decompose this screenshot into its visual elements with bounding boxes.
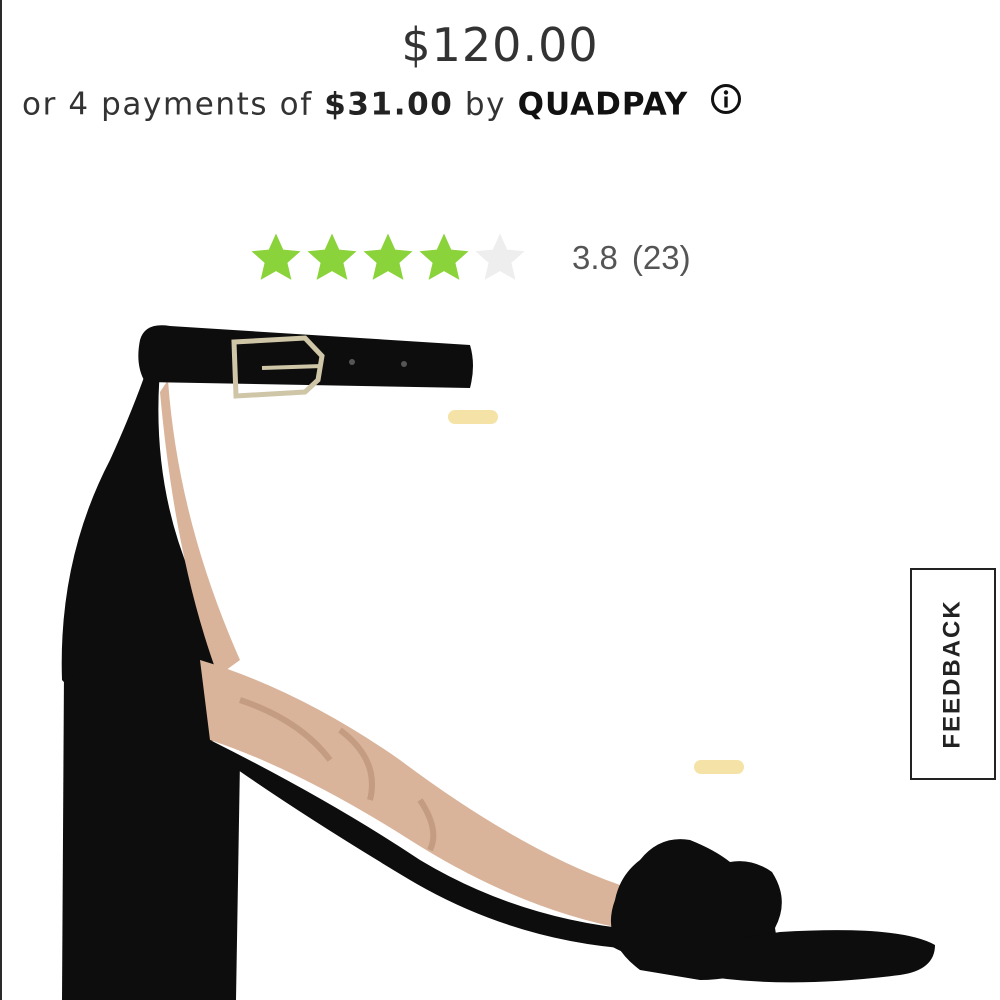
shoe-insole xyxy=(200,660,630,930)
feedback-label: FEEDBACK xyxy=(939,599,966,749)
strap-hole xyxy=(349,359,355,365)
product-image[interactable] xyxy=(0,300,1000,1000)
installment-amount: $31.00 xyxy=(324,86,454,123)
star-fill xyxy=(363,233,413,280)
installment-prefix: or 4 payments of xyxy=(22,86,313,123)
buckle-prong xyxy=(261,364,323,370)
star-fill xyxy=(475,233,525,280)
rating-value: 3.8 xyxy=(572,239,618,276)
highlight xyxy=(448,410,498,424)
star-fill xyxy=(251,233,301,280)
rating-count: (23) xyxy=(631,239,691,276)
star-fill xyxy=(419,233,469,280)
installment-info: or 4 payments of $31.00 by QUADPAY xyxy=(22,83,742,126)
star-icon xyxy=(307,233,357,280)
info-circle-icon[interactable] xyxy=(710,83,742,123)
star-icon xyxy=(363,233,413,280)
product-price: $120.00 xyxy=(401,18,599,72)
product-rating[interactable]: 3.8 (23) xyxy=(248,228,691,288)
strap-hole xyxy=(401,361,407,367)
star-fill xyxy=(307,233,357,280)
quadpay-logo[interactable]: QUADPAY xyxy=(518,87,689,123)
star-icon xyxy=(475,233,525,280)
installment-by: by xyxy=(464,86,507,123)
highlight xyxy=(694,760,744,774)
rating-summary: 3.8 (23) xyxy=(572,239,691,277)
feedback-tab[interactable]: FEEDBACK xyxy=(910,568,996,780)
rating-stars xyxy=(248,230,528,286)
star-icon xyxy=(419,233,469,280)
shoe-ankle-strap xyxy=(138,325,474,388)
star-icon xyxy=(251,233,301,280)
